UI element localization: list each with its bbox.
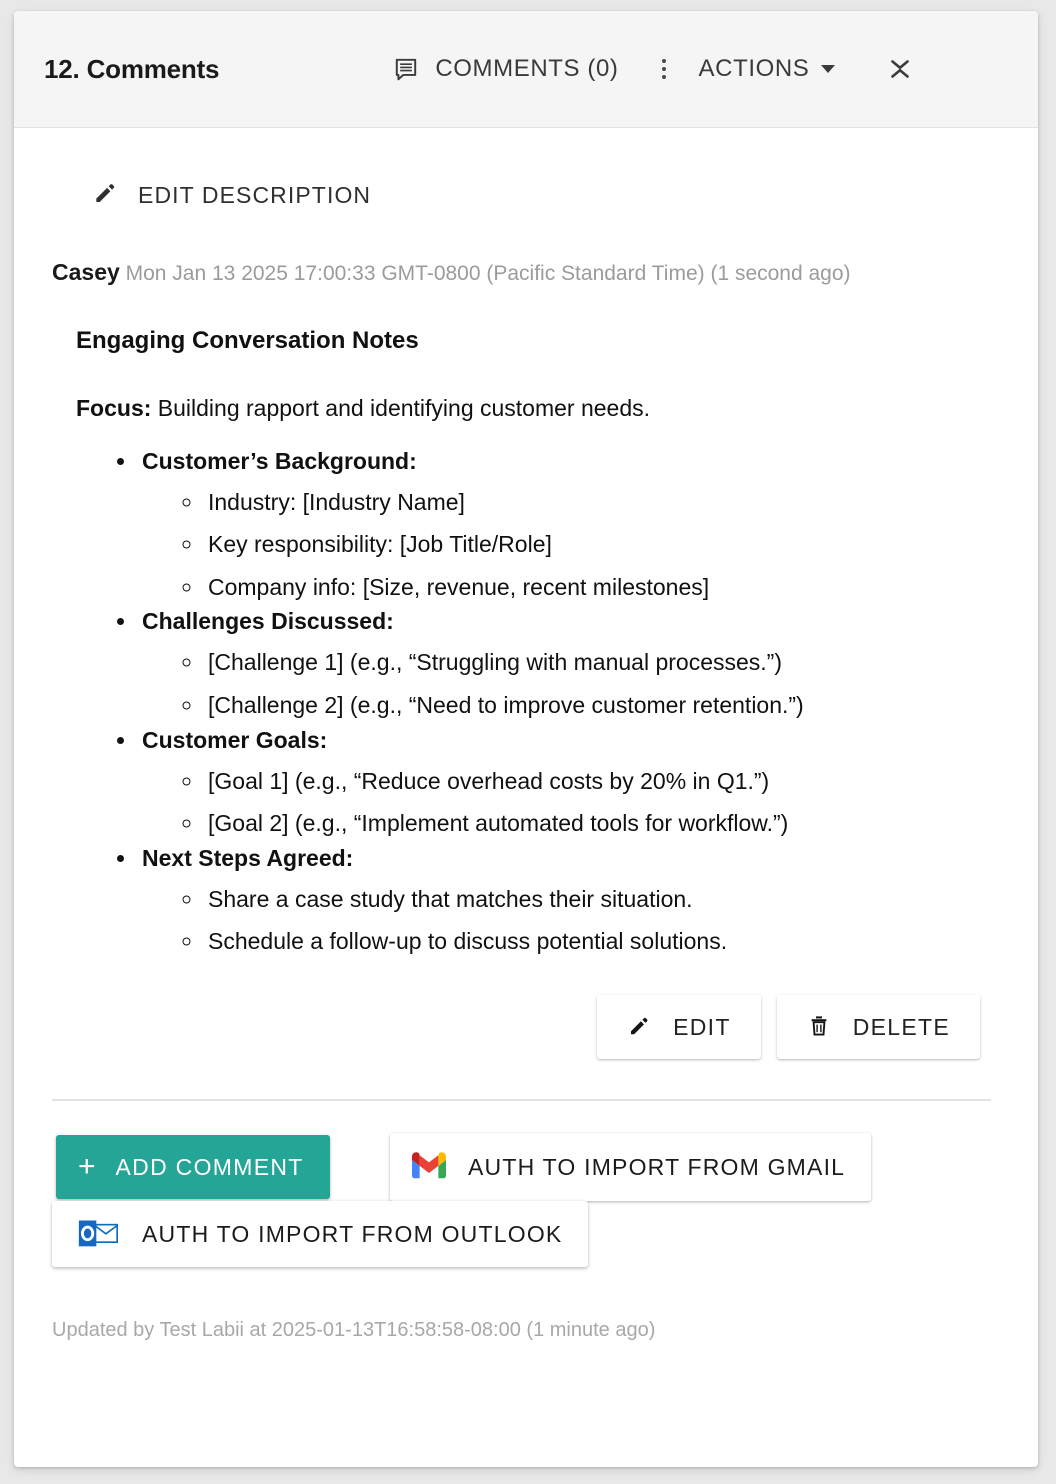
list-item: [Goal 2] (e.g., “Implement automated too… (204, 802, 1000, 845)
pencil-icon (627, 1014, 651, 1041)
page-title: 12. Comments (44, 53, 220, 84)
card-header: 12. Comments COMMENTS (0) ACTIONS (14, 11, 1038, 128)
comment-focus-line: Focus: Building rapport and identifying … (52, 395, 1000, 422)
section-label: Challenges Discussed: (142, 608, 394, 635)
section-sublist: [Goal 1] (e.g., “Reduce overhead costs b… (142, 760, 1000, 845)
auth-import-outlook-button[interactable]: AUTH TO IMPORT FROM OUTLOOK (52, 1201, 589, 1268)
list-item: Next Steps Agreed: Share a case study th… (138, 845, 1000, 963)
more-vertical-icon[interactable] (647, 59, 681, 79)
actions-label: ACTIONS (698, 55, 810, 82)
auth-import-outlook-label: AUTH TO IMPORT FROM OUTLOOK (142, 1220, 563, 1247)
comment-meta: Casey Mon Jan 13 2025 17:00:33 GMT-0800 … (52, 259, 1000, 287)
comment-footer-actions: + ADD COMMENT AUTH TO IMPORT FROM GMAIL (52, 1133, 1000, 1283)
comments-card: 12. Comments COMMENTS (0) ACTIONS EDIT D… (14, 11, 1038, 1467)
section-divider (52, 1099, 991, 1102)
section-sublist: Share a case study that matches their si… (142, 878, 1000, 963)
delete-comment-button[interactable]: DELETE (776, 995, 980, 1060)
add-comment-label: ADD COMMENT (115, 1153, 304, 1180)
kebab-dot (661, 67, 666, 71)
list-item: Customer Goals: [Goal 1] (e.g., “Reduce … (138, 727, 1000, 845)
section-label: Customer’s Background: (142, 447, 417, 474)
list-item: [Goal 1] (e.g., “Reduce overhead costs b… (204, 760, 1000, 803)
comment-icon (393, 56, 419, 82)
outlook-icon (78, 1218, 118, 1251)
auth-import-gmail-button[interactable]: AUTH TO IMPORT FROM GMAIL (390, 1133, 872, 1202)
list-item: Industry: [Industry Name] (204, 481, 1000, 524)
card-body: EDIT DESCRIPTION Casey Mon Jan 13 2025 1… (14, 180, 1038, 1342)
trash-icon (807, 1014, 831, 1041)
comment-author: Casey (52, 259, 120, 285)
section-sublist: Industry: [Industry Name] Key responsibi… (142, 481, 1000, 609)
pencil-icon (92, 180, 118, 211)
section-label: Next Steps Agreed: (142, 844, 354, 871)
kebab-dot (661, 75, 666, 79)
list-item: Company info: [Size, revenue, recent mil… (204, 566, 1000, 609)
comment-focus-text: Building rapport and identifying custome… (151, 394, 651, 421)
list-item: Challenges Discussed: [Challenge 1] (e.g… (138, 608, 1000, 726)
list-item: Customer’s Background: Industry: [Indust… (138, 448, 1000, 609)
comment-title: Engaging Conversation Notes (76, 326, 419, 354)
comment-focus-label: Focus: (76, 394, 152, 421)
list-item: Share a case study that matches their si… (204, 878, 1000, 921)
kebab-dot (661, 59, 666, 63)
edit-comment-label: EDIT (673, 1013, 731, 1040)
auth-import-gmail-label: AUTH TO IMPORT FROM GMAIL (468, 1153, 846, 1180)
collapse-icon (891, 60, 910, 78)
comments-count-label: COMMENTS (0) (435, 55, 619, 82)
comment-timestamp: Mon Jan 13 2025 17:00:33 GMT-0800 (Pacif… (125, 262, 851, 285)
list-item: Schedule a follow-up to discuss potentia… (204, 920, 1000, 963)
section-sublist: [Challenge 1] (e.g., “Struggling with ma… (142, 641, 1000, 726)
delete-comment-label: DELETE (852, 1013, 950, 1040)
edit-comment-button[interactable]: EDIT (597, 995, 761, 1060)
chevron-down-icon (821, 65, 836, 73)
updated-by-text: Updated by Test Labii at 2025-01-13T16:5… (52, 1319, 656, 1342)
list-item: [Challenge 1] (e.g., “Struggling with ma… (204, 641, 1000, 684)
comment-sections-list: Customer’s Background: Industry: [Indust… (52, 448, 1000, 963)
add-comment-button[interactable]: + ADD COMMENT (56, 1135, 330, 1200)
plus-icon: + (78, 1150, 96, 1184)
section-label: Customer Goals: (142, 726, 328, 753)
edit-description-button[interactable]: EDIT DESCRIPTION (92, 180, 371, 211)
collapse-button[interactable] (885, 54, 915, 84)
comment-action-buttons: EDIT DELETE (52, 995, 1000, 1060)
edit-description-label: EDIT DESCRIPTION (138, 182, 372, 208)
comments-count-button[interactable]: COMMENTS (0) (387, 47, 624, 91)
gmail-icon (412, 1152, 446, 1182)
actions-dropdown-button[interactable]: ACTIONS (693, 47, 842, 91)
header-actions-group: COMMENTS (0) ACTIONS (387, 47, 915, 91)
list-item: [Challenge 2] (e.g., “Need to improve cu… (204, 684, 1000, 727)
list-item: Key responsibility: [Job Title/Role] (204, 523, 1000, 566)
